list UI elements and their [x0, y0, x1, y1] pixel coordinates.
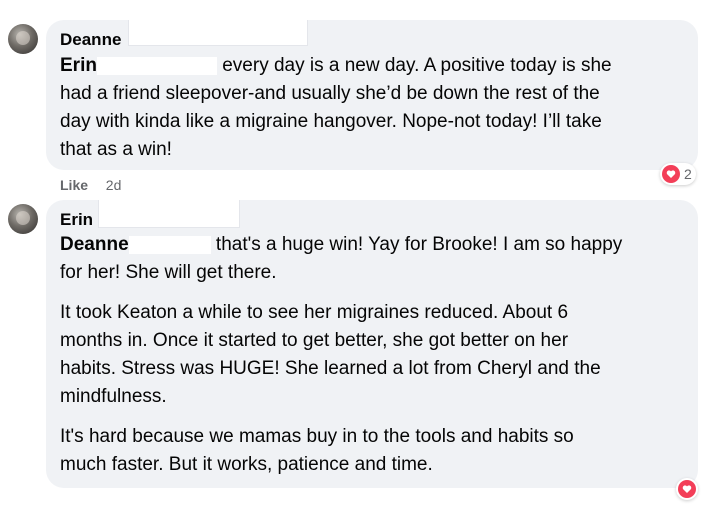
timestamp[interactable]: 2d — [106, 177, 122, 193]
comment-text-line: It took Keaton a while to see her migrai… — [60, 302, 569, 323]
reaction-summary[interactable] — [676, 478, 698, 500]
redacted-mention — [96, 56, 217, 75]
like-button[interactable]: Like — [60, 177, 88, 193]
comment-text-line: months in. Once it started to get better… — [60, 330, 569, 351]
comment-author[interactable]: Deanne — [60, 30, 121, 50]
heart-icon — [678, 480, 696, 498]
comment-text-line: much faster. But it works, patience and … — [60, 454, 433, 475]
redacted-name — [128, 20, 308, 46]
comment-text-line: had a friend sleepover-and usually she’d… — [60, 83, 600, 104]
reaction-count: 2 — [684, 166, 692, 182]
comment-text-line: mindfulness. — [60, 386, 167, 407]
comment-meta: Like 2d — [60, 176, 121, 194]
mention-tag[interactable]: Erin — [60, 55, 97, 76]
comment-text-line: Deanne that's a huge win! Yay for Brooke… — [60, 234, 623, 255]
comment-author[interactable]: Erin — [60, 210, 93, 230]
heart-icon — [662, 165, 680, 183]
reaction-summary[interactable]: 2 — [660, 163, 696, 185]
comment-text-line: Erin every day is a new day. A positive … — [60, 55, 612, 76]
mention-tag[interactable]: Deanne — [60, 234, 129, 255]
comment-text-line: for her! She will get there. — [60, 262, 277, 283]
comment-text-line: habits. Stress was HUGE! She learned a l… — [60, 358, 601, 379]
comment-text-line: that as a win! — [60, 139, 172, 160]
comment-text-line: day with kinda like a migraine hangover.… — [60, 111, 602, 132]
redacted-mention — [128, 235, 211, 254]
redacted-name — [98, 200, 240, 228]
comment-text-line: It's hard because we mamas buy in to the… — [60, 426, 574, 447]
avatar[interactable] — [8, 24, 38, 54]
avatar[interactable] — [8, 204, 38, 234]
